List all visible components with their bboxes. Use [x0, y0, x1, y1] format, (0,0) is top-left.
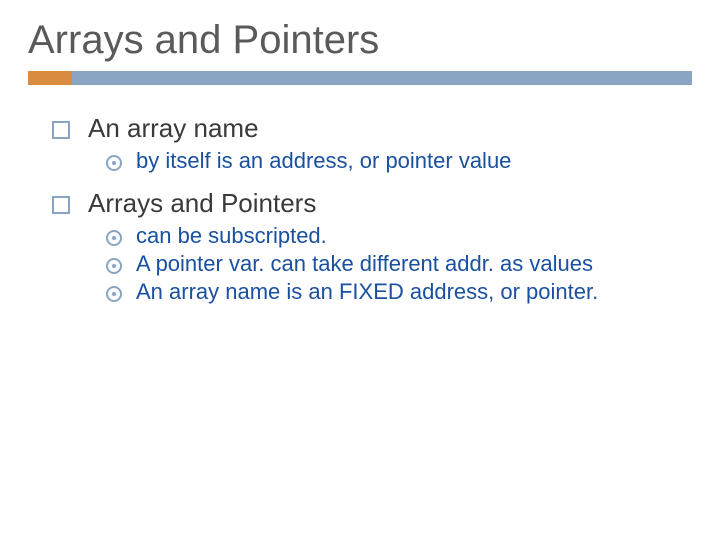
sub-list-item: by itself is an address, or pointer valu…	[106, 148, 692, 174]
list-item-label: Arrays and Pointers	[88, 188, 316, 219]
title-divider	[28, 71, 692, 85]
list-item: Arrays and Pointers	[52, 188, 692, 219]
sub-list: by itself is an address, or pointer valu…	[52, 148, 692, 174]
sub-list-item-label: A pointer var. can take different addr. …	[136, 251, 593, 277]
sub-list-item-label: can be subscripted.	[136, 223, 327, 249]
divider-main	[72, 71, 692, 85]
sub-list-item: A pointer var. can take different addr. …	[106, 251, 692, 277]
list-item-label: An array name	[88, 113, 259, 144]
sub-list-item: can be subscripted.	[106, 223, 692, 249]
sub-list: can be subscripted. A pointer var. can t…	[52, 223, 692, 305]
circle-bullet-icon	[106, 230, 122, 246]
sub-list-item-label: by itself is an address, or pointer valu…	[136, 148, 511, 174]
circle-bullet-icon	[106, 258, 122, 274]
slide-title: Arrays and Pointers	[28, 18, 692, 63]
slide: Arrays and Pointers An array name by its…	[0, 0, 720, 540]
circle-bullet-icon	[106, 286, 122, 302]
sub-list-item-label: An array name is an FIXED address, or po…	[136, 279, 598, 305]
square-bullet-icon	[52, 121, 70, 139]
slide-content: An array name by itself is an address, o…	[28, 113, 692, 305]
sub-list-item: An array name is an FIXED address, or po…	[106, 279, 692, 305]
list-item: An array name	[52, 113, 692, 144]
circle-bullet-icon	[106, 155, 122, 171]
divider-accent	[28, 71, 72, 85]
square-bullet-icon	[52, 196, 70, 214]
